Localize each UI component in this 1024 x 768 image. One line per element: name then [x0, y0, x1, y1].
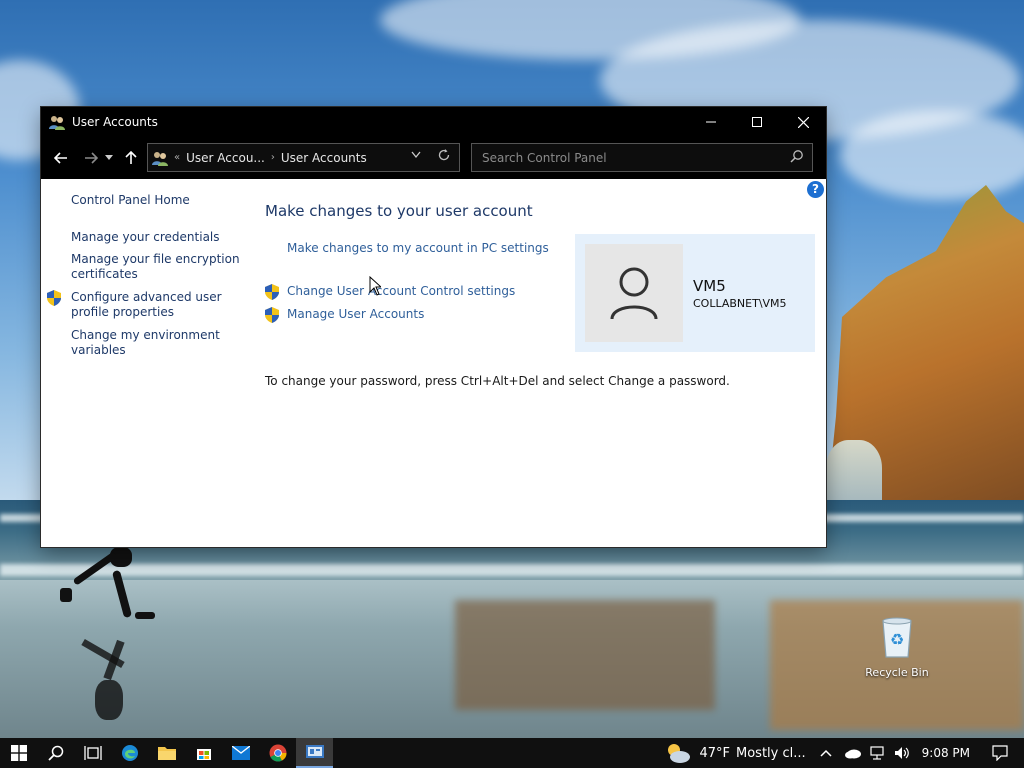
task-pane: Control Panel Home Manage your credentia…	[47, 193, 246, 378]
breadcrumb-overflow[interactable]: «	[174, 152, 180, 163]
account-card: VM5 COLLABNET\VM5	[575, 234, 815, 352]
uac-settings-link[interactable]: Change User Account Control settings	[287, 284, 515, 298]
wallpaper-runner-reflection	[95, 680, 123, 720]
navigation-bar: « User Accou... › User Accounts	[41, 137, 826, 179]
mail-icon	[231, 746, 250, 760]
user-avatar-icon	[610, 267, 658, 320]
chrome-taskbar-button[interactable]	[259, 738, 296, 768]
volume-icon[interactable]	[894, 746, 910, 760]
breadcrumb-item[interactable]: User Accounts	[281, 151, 367, 165]
recycle-bin-shortcut[interactable]: ♻ Recycle Bin	[862, 615, 932, 679]
advanced-profile-properties-link[interactable]: Configure advanced user profile properti…	[71, 290, 246, 320]
window-title: User Accounts	[72, 115, 158, 129]
edge-taskbar-button[interactable]	[111, 738, 148, 768]
task-view-button[interactable]	[74, 738, 111, 768]
file-encryption-link[interactable]: Manage your file encryption certificates	[71, 252, 246, 282]
minimize-button[interactable]	[688, 107, 734, 137]
mail-taskbar-button[interactable]	[222, 738, 259, 768]
recent-locations-button[interactable]	[102, 143, 116, 173]
chevron-down-icon	[105, 155, 113, 160]
close-button[interactable]	[780, 107, 826, 137]
wallpaper-runner-foot	[135, 612, 155, 619]
forward-button[interactable]	[80, 143, 102, 173]
weather-temperature[interactable]: 47°F	[699, 746, 730, 761]
search-box[interactable]	[471, 143, 813, 172]
refresh-icon[interactable]	[437, 148, 451, 162]
window-titlebar[interactable]: User Accounts	[41, 107, 826, 137]
wallpaper-foam	[0, 564, 1024, 576]
user-accounts-icon	[49, 116, 65, 130]
manage-credentials-link[interactable]: Manage your credentials	[71, 230, 246, 245]
password-instructions: To change your password, press Ctrl+Alt+…	[265, 374, 730, 388]
search-taskbar-button[interactable]	[37, 738, 74, 768]
wallpaper-runner-foot	[60, 588, 72, 602]
store-bag-icon	[196, 749, 211, 760]
content-area: ? Control Panel Home Manage your credent…	[41, 179, 826, 547]
forward-arrow-icon	[85, 152, 98, 164]
up-arrow-icon	[125, 151, 137, 164]
onedrive-cloud-icon[interactable]	[844, 747, 862, 759]
uac-shield-icon	[47, 290, 61, 306]
chrome-browser-icon	[269, 744, 286, 762]
maximize-button[interactable]	[734, 107, 780, 137]
avatar	[585, 244, 683, 342]
wallpaper-reflection	[455, 600, 715, 710]
start-button[interactable]	[0, 738, 37, 768]
page-title: Make changes to your user account	[265, 202, 533, 220]
weather-description[interactable]: Mostly cl...	[736, 746, 806, 761]
recycle-bin-icon: ♻	[882, 617, 912, 658]
system-tray: 47°F Mostly cl... 9:08 PM	[665, 738, 1024, 768]
maximize-icon	[752, 117, 762, 127]
close-icon	[797, 116, 809, 128]
search-input[interactable]	[480, 149, 784, 166]
address-bar[interactable]: « User Accou... › User Accounts	[147, 143, 460, 172]
help-icon[interactable]: ?	[807, 181, 824, 198]
up-button[interactable]	[120, 143, 142, 173]
wallpaper-cloud	[840, 110, 1024, 200]
notifications-icon[interactable]	[992, 745, 1008, 761]
back-button[interactable]	[50, 143, 72, 173]
control-panel-icon	[305, 745, 324, 758]
manage-user-accounts-link[interactable]: Manage User Accounts	[287, 307, 424, 321]
taskbar: 47°F Mostly cl... 9:08 PM	[0, 738, 1024, 768]
uac-shield-icon	[265, 284, 279, 300]
task-view-icon	[83, 746, 102, 760]
file-explorer-taskbar-button[interactable]	[148, 738, 185, 768]
folder-icon	[157, 747, 176, 760]
search-icon	[47, 745, 63, 761]
address-dropdown-icon[interactable]	[411, 151, 421, 159]
weather-cloud-icon[interactable]	[665, 742, 691, 764]
recycle-bin-label: Recycle Bin	[865, 666, 929, 679]
breadcrumb-item[interactable]: User Accou...	[186, 151, 265, 165]
chevron-up-icon[interactable]	[820, 749, 832, 757]
store-taskbar-button[interactable]	[185, 738, 222, 768]
svg-text:♻: ♻	[890, 630, 904, 649]
control-panel-home-link[interactable]: Control Panel Home	[71, 193, 246, 208]
edge-browser-icon	[121, 745, 138, 761]
windows-logo-icon	[10, 745, 27, 761]
user-accounts-window: User Accounts « User Accou... › User Acc…	[41, 107, 826, 547]
pc-settings-link[interactable]: Make changes to my account in PC setting…	[287, 241, 549, 255]
breadcrumb-separator-icon: ›	[270, 152, 275, 163]
environment-variables-link[interactable]: Change my environment variables	[71, 328, 246, 358]
clock[interactable]: 9:08 PM	[922, 746, 970, 760]
user-accounts-taskbar-button[interactable]	[296, 738, 333, 768]
account-domain: COLLABNET\VM5	[693, 297, 787, 310]
uac-shield-icon	[265, 307, 279, 323]
network-icon[interactable]	[870, 746, 886, 760]
user-accounts-icon	[152, 151, 168, 166]
back-arrow-icon	[54, 152, 67, 164]
mouse-cursor-icon	[369, 276, 381, 296]
search-icon[interactable]	[790, 149, 804, 163]
minimize-icon	[706, 121, 716, 123]
account-name: VM5	[693, 277, 726, 295]
